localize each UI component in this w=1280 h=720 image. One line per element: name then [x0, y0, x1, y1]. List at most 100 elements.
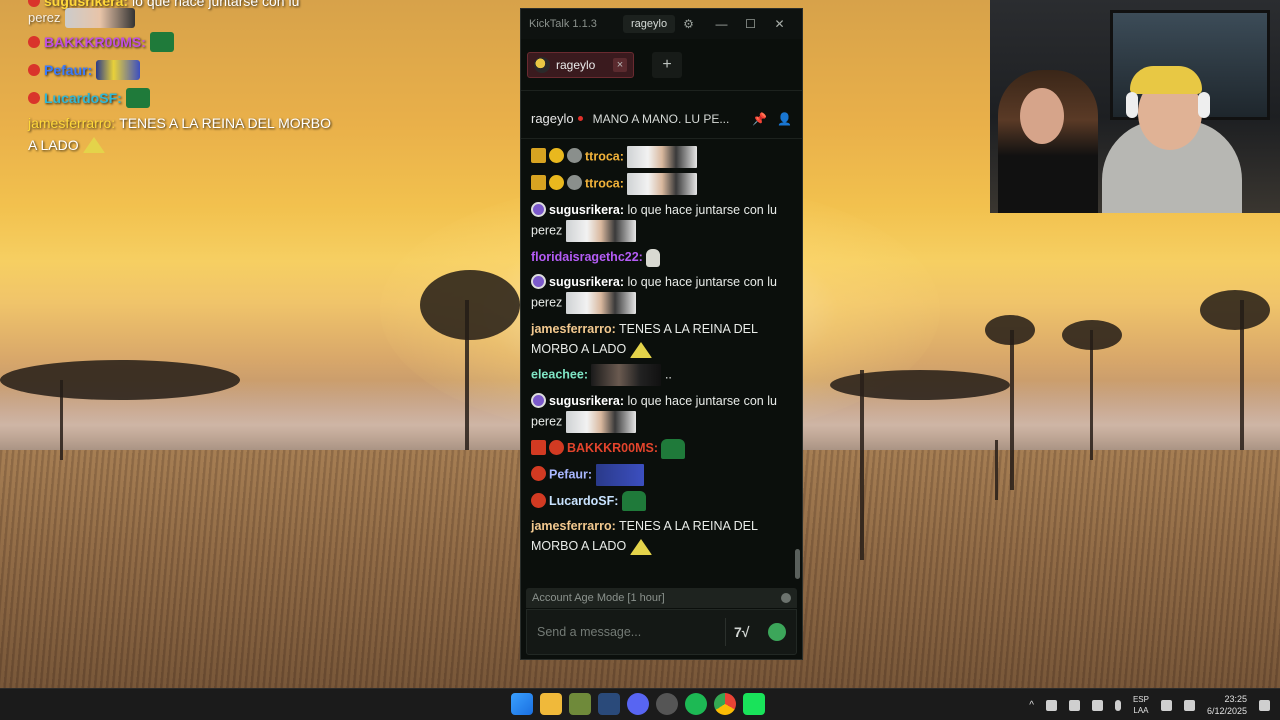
overlay-username: BAKKKR00MS: [44, 34, 146, 50]
discord-icon[interactable] [627, 693, 649, 715]
overlay-line: sugusrikera: lo que hace juntarse con lu [28, 0, 358, 9]
username[interactable]: Pefaur: [549, 467, 592, 481]
username[interactable]: eleachee: [531, 367, 588, 381]
username[interactable]: sugusrikera: [549, 394, 624, 408]
username[interactable]: sugusrikera: [549, 275, 624, 289]
live-indicator-icon [577, 116, 583, 121]
kicktalk-window: KickTalk 1.1.3 rageylo ⚙ — ☐ ✕ rageylo ×… [520, 8, 803, 660]
tree-canopy [1200, 290, 1270, 330]
gift-badge-icon [549, 175, 564, 191]
badge-icon [28, 64, 40, 76]
minecraft-icon[interactable] [569, 693, 591, 715]
emote-icon [565, 292, 636, 314]
badge-icon [531, 393, 546, 408]
badge-icon [28, 92, 40, 104]
keyboard-layout: LAA [1133, 706, 1149, 715]
emote-icon [621, 491, 646, 512]
network-icon[interactable] [1160, 699, 1172, 711]
overlay-message: lo que hace juntarse con lu [132, 0, 300, 9]
pin-icon[interactable]: 📌 [752, 112, 767, 126]
kick-icon[interactable] [743, 693, 765, 715]
treeline [830, 370, 1010, 400]
clock[interactable]: 23:25 6/12/2025 [1207, 693, 1247, 717]
overlay-username: Pefaur: [44, 62, 93, 78]
close-tab-icon[interactable]: × [613, 57, 627, 72]
gift-badge-icon [549, 148, 564, 164]
notification-bell-icon[interactable] [1259, 699, 1270, 711]
title-bar[interactable]: KickTalk 1.1.3 rageylo ⚙ — ☐ ✕ [521, 9, 802, 39]
stream-chat-overlay: sugusrikera: lo que hace juntarse con lu… [28, 0, 358, 156]
emote-icon [591, 364, 662, 386]
chat-scrollbar[interactable] [795, 549, 800, 579]
chrome-icon[interactable] [714, 693, 736, 715]
microphone-icon[interactable] [1114, 699, 1121, 711]
overlay-line: Pefaur: [28, 56, 358, 84]
headset [1126, 92, 1138, 118]
steam-icon[interactable] [598, 693, 620, 715]
skull-icon [646, 248, 661, 267]
subscriber-badge-icon [531, 175, 546, 191]
overlay-message: perez [28, 10, 61, 25]
overlay-username: LucardoSF: [44, 90, 122, 106]
badge-icon [531, 466, 546, 481]
chat-message: jamesferrarro: TENES A LA REINA DEL MORB… [531, 319, 792, 359]
chat-message: LucardoSF: [531, 491, 792, 512]
start-icon[interactable] [511, 693, 533, 715]
username[interactable]: BAKKKR00MS: [567, 441, 658, 455]
overlay-line: jamesferrarro: TENES A LA REINA DEL MORB… [28, 112, 358, 134]
chat-mode-label: Account Age Mode [1 hour] [532, 592, 665, 604]
tray-app-icon[interactable] [1068, 699, 1080, 711]
user-button[interactable]: rageylo [623, 15, 676, 33]
message-text: .. [664, 367, 672, 382]
chat-mode-bar: Account Age Mode [1 hour] [526, 588, 797, 608]
spotify-icon[interactable] [685, 693, 707, 715]
chat-message: eleachee: .. [531, 364, 792, 386]
username[interactable]: floridaisragethc22: [531, 250, 643, 264]
subscriber-badge-icon [531, 440, 546, 455]
username[interactable]: sugusrikera: [549, 203, 624, 217]
kick-emote-icon[interactable]: 7√ [734, 624, 760, 640]
channel-header: rageylo MANO A MANO. LU PE... 📌 👤 [521, 99, 802, 139]
volume-icon[interactable] [1183, 699, 1195, 711]
chat-list[interactable]: ttroca: ttroca: sugusrikera: lo que hace… [521, 139, 802, 586]
chevron-up-icon[interactable]: ^ [1029, 700, 1034, 711]
username[interactable]: jamesferrarro: [531, 519, 616, 533]
badge-icon [567, 148, 582, 164]
tab-label: rageylo [556, 57, 596, 72]
language-code: ESP [1132, 695, 1149, 704]
channel-name[interactable]: rageylo [531, 111, 574, 126]
info-icon[interactable] [781, 593, 791, 603]
users-icon[interactable]: 👤 [777, 112, 792, 126]
username[interactable]: LucardoSF: [549, 494, 618, 508]
badge-icon [531, 202, 546, 217]
emote-icon [595, 463, 644, 486]
tray-app-icon[interactable] [1091, 699, 1103, 711]
emote-icon [627, 173, 698, 195]
minimize-button[interactable]: — [707, 17, 736, 31]
chat-message: sugusrikera: lo que hace juntarse con lu… [531, 200, 792, 242]
username[interactable]: jamesferrarro: [531, 322, 616, 336]
obs-icon[interactable] [656, 693, 678, 715]
close-button[interactable]: ✕ [765, 17, 794, 31]
cap [1130, 66, 1202, 94]
message-input[interactable]: Send a message... [537, 625, 725, 639]
chat-message: Pefaur: [531, 463, 792, 486]
username[interactable]: ttroca: [585, 149, 624, 163]
subscriber-badge-icon [531, 148, 546, 164]
taskbar-apps [511, 693, 765, 715]
treeline [0, 360, 240, 400]
tray-app-icon[interactable] [1045, 699, 1057, 711]
file-explorer-icon[interactable] [540, 693, 562, 715]
language-indicator[interactable]: ESP LAA [1133, 694, 1149, 716]
badge-icon [567, 175, 582, 191]
maximize-button[interactable]: ☐ [736, 17, 765, 31]
username[interactable]: ttroca: [585, 176, 624, 190]
overlay-line: A LADO [28, 134, 358, 156]
tab-rageylo[interactable]: rageylo × [527, 51, 634, 78]
emoji-picker-icon[interactable] [768, 623, 786, 641]
stream-title: MANO A MANO. LU PE... [592, 111, 730, 126]
add-tab-button[interactable]: + [652, 51, 682, 78]
chat-message: sugusrikera: lo que hace juntarse con lu… [531, 391, 792, 433]
emote-icon [661, 438, 686, 459]
gear-icon[interactable]: ⚙ [683, 17, 694, 31]
